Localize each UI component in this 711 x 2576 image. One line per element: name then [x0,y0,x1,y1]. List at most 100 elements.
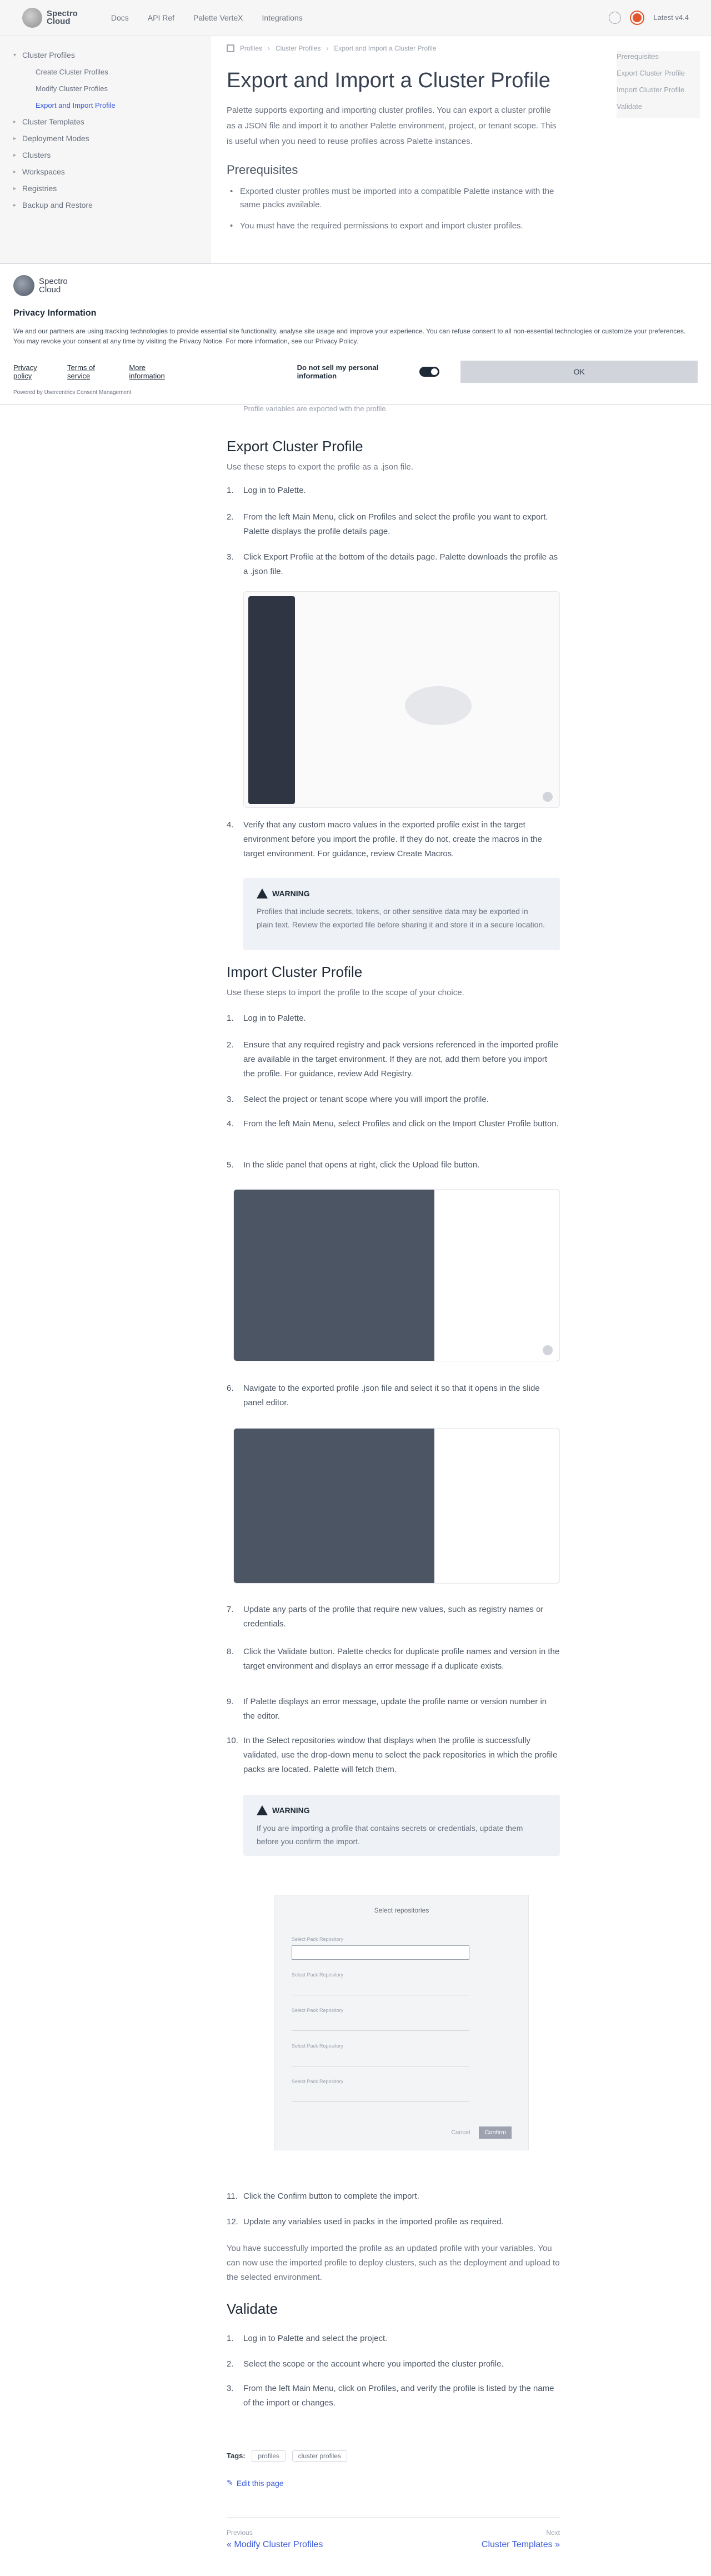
import-step: 7. Update any parts of the profile that r… [227,1605,544,1629]
nav-integrations[interactable]: Integrations [262,13,303,22]
export-warning-callout: WARNING Profiles that include secrets, t… [243,878,560,950]
dialog-select[interactable] [292,1981,469,1995]
sidebar-item-workspaces[interactable]: ▸ Workspaces [13,163,198,180]
export-profile-screenshot [243,591,560,808]
main-content: Profiles › Cluster Profiles › Export and… [227,44,560,233]
chevron-right-icon: ▸ [13,118,17,125]
nav-vertex[interactable]: Palette VerteX [193,13,243,22]
export-heading: Export Cluster Profile [227,438,363,455]
top-note: Profile variables are exported with the … [243,405,388,413]
warning-icon [257,1805,268,1815]
tag-link[interactable]: profiles [252,2450,286,2462]
import-step: 8. Click the Validate button. Palette che… [227,1647,560,1671]
import-upload-screenshot [233,1189,560,1361]
export-step: 4. Verify that any custom macro values in… [227,820,542,858]
edit-page-link[interactable]: ✎ Edit this page [227,2478,284,2488]
logo-text-2: Cloud [47,16,71,26]
chevron-right-icon: ▸ [13,152,17,158]
prereq-item: You must have the required permissions t… [227,219,560,233]
import-step: 2. Ensure that any required registry and … [227,1040,558,1079]
dialog-title: Select repositories [374,1906,429,1914]
dialog-confirm-button[interactable]: Confirm [479,2126,512,2139]
prerequisites-heading: Prerequisites [227,163,298,177]
logo-icon [22,7,42,28]
import-heading: Import Cluster Profile [227,963,363,980]
table-of-contents: Prerequisites Export Cluster Profile Imp… [617,51,700,118]
do-not-sell-toggle[interactable] [419,367,440,377]
import-step: 1. Log in to Palette. [227,1014,306,1023]
sidebar-item-cluster-templates[interactable]: ▸ Cluster Templates [13,113,198,130]
tag-link[interactable]: cluster profiles [292,2450,348,2462]
theme-toggle-icon[interactable] [609,11,622,24]
sidebar-item-create[interactable]: Create Cluster Profiles [13,63,198,80]
dialog-cancel-button[interactable]: Cancel [447,2126,474,2139]
import-step: 12. Update any variables used in packs in… [227,2217,504,2226]
warning-icon [257,888,268,898]
spectro-cloud-logo[interactable]: Spectro Cloud [22,7,78,28]
breadcrumb-item: Export and Import a Cluster Profile [334,44,437,52]
version-selector[interactable]: Latest v4.4 [653,13,689,22]
nav-docs[interactable]: Docs [111,13,129,22]
cookie-title: Privacy Information [13,308,97,318]
toc-link[interactable]: Prerequisites [617,51,700,62]
dialog-field-label: Select Pack Repository [292,1936,344,1942]
validate-step: 1. Log in to Palette and select the proje… [227,2334,388,2343]
dialog-select[interactable] [292,1945,469,1960]
import-step: 5. In the slide panel that opens at right… [227,1160,480,1170]
chevron-right-icon: ▸ [13,168,17,175]
powered-by: Powered by Usercentrics Consent Manageme… [13,390,132,396]
nav-api-ref[interactable]: API Ref [148,13,174,22]
zoom-icon[interactable] [543,792,553,802]
sidebar-item-cluster-profiles[interactable]: ▾ Cluster Profiles [13,47,198,63]
prev-page-link[interactable]: Previous « Modify Cluster Profiles [227,2529,323,2550]
breadcrumb-item[interactable]: Profiles [240,44,262,52]
import-step: 10. In the Select repositories window tha… [227,1736,558,1774]
privacy-policy-link[interactable]: Privacy policy [13,363,55,380]
cookie-logo: Spectro Cloud [13,275,698,296]
pencil-icon: ✎ [227,2478,233,2487]
select-repositories-screenshot: Select repositories Select Pack Reposito… [274,1895,529,2150]
toc-link[interactable]: Validate [617,101,700,112]
validate-step: 2. Select the scope or the account where … [227,2359,504,2369]
left-sidebar: ▾ Cluster Profiles Create Cluster Profile… [0,36,211,263]
export-step: 1. Log in to Palette. [227,486,306,495]
sidebar-item-export-import[interactable]: Export and Import Profile [13,97,198,113]
import-step: 9. If Palette displays an error message, … [227,1697,547,1721]
palette-sidebar-image [248,596,295,804]
toc-link[interactable]: Export Cluster Profile [617,68,700,79]
sidebar-item-deployment-modes[interactable]: ▸ Deployment Modes [13,130,198,147]
home-icon[interactable] [227,44,234,52]
sidebar-item-modify[interactable]: Modify Cluster Profiles [13,80,198,97]
more-info-link[interactable]: More information [129,363,180,380]
export-lead: Use these steps to export the profile as… [227,462,414,472]
dialog-select[interactable] [292,2016,469,2031]
intro-paragraph: Palette supports exporting and importing… [227,106,557,146]
import-outro: You have successfully imported the profi… [227,2244,560,2282]
toc-link[interactable]: Import Cluster Profile [617,84,700,96]
sidebar-item-registries[interactable]: ▸ Registries [13,180,198,197]
cookie-ok-button[interactable]: OK [460,361,698,383]
import-lead: Use these steps to import the profile to… [227,988,464,997]
breadcrumb-item[interactable]: Cluster Profiles [276,44,321,52]
dialog-field-label: Select Pack Repository [292,2043,344,2049]
logo-icon [13,275,34,296]
terms-link[interactable]: Terms of service [67,363,117,380]
export-step: 2. From the left Main Menu, click on Prof… [227,512,548,536]
dialog-select[interactable] [292,2088,469,2102]
import-editor-screenshot [233,1428,560,1584]
import-step: 4. From the left Main Menu, select Profil… [227,1119,559,1129]
cookie-consent-banner: Spectro Cloud Privacy Information We and… [0,263,711,405]
import-step: 11. Click the Confirm button to complete … [227,2191,419,2201]
sidebar-item-backup[interactable]: ▸ Backup and Restore [13,197,198,213]
cookie-description: We and our partners are using tracking t… [13,327,686,345]
chevron-right-icon: ▸ [13,185,17,192]
sidebar-item-clusters[interactable]: ▸ Clusters [13,147,198,163]
validate-heading: Validate [227,2300,278,2317]
zoom-icon[interactable] [543,1345,553,1355]
do-not-sell-label: Do not sell my personal information [297,363,379,380]
chevron-right-icon: ▸ [13,135,17,142]
dialog-select[interactable] [292,2052,469,2066]
dialog-field-label: Select Pack Repository [292,2008,344,2013]
next-page-link[interactable]: Next Cluster Templates » [482,2529,560,2550]
upload-panel-image [434,1190,559,1361]
